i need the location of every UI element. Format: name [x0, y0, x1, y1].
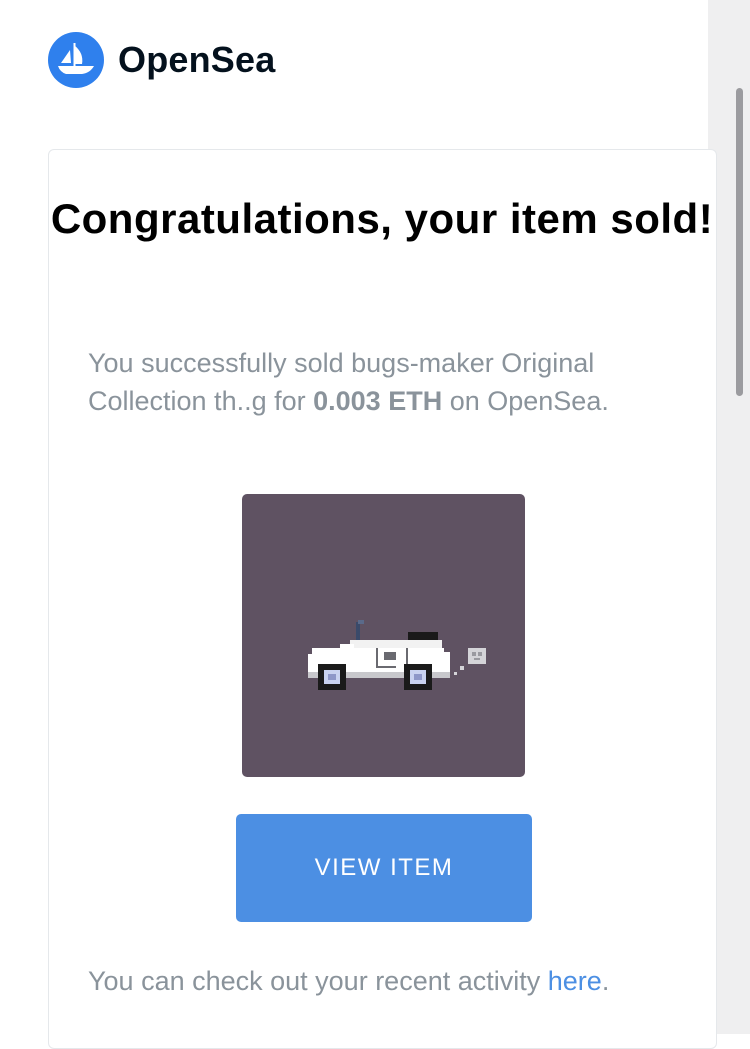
message-suffix: on OpenSea. — [442, 386, 609, 416]
scrollbar-thumb[interactable] — [736, 88, 743, 396]
here-link[interactable]: here — [548, 966, 602, 996]
page-title: Congratulations, your item sold! — [50, 195, 714, 242]
pixel-car-icon — [308, 620, 486, 690]
footer-suffix: . — [601, 966, 610, 996]
footer-prefix: You can check out your recent activity — [88, 966, 548, 996]
brand-name: OpenSea — [118, 39, 276, 80]
email-card: Congratulations, your item sold! You suc… — [48, 149, 717, 1049]
email-header: OpenSea — [48, 32, 275, 88]
footer-text: You can check out your recent activity h… — [88, 962, 708, 1000]
nft-image[interactable] — [242, 494, 525, 777]
sale-price: 0.003 ETH — [313, 386, 443, 416]
view-item-button[interactable]: VIEW ITEM — [236, 814, 532, 922]
opensea-ship-icon — [48, 32, 104, 88]
sale-message: You successfully sold bugs-maker Origina… — [88, 344, 688, 420]
